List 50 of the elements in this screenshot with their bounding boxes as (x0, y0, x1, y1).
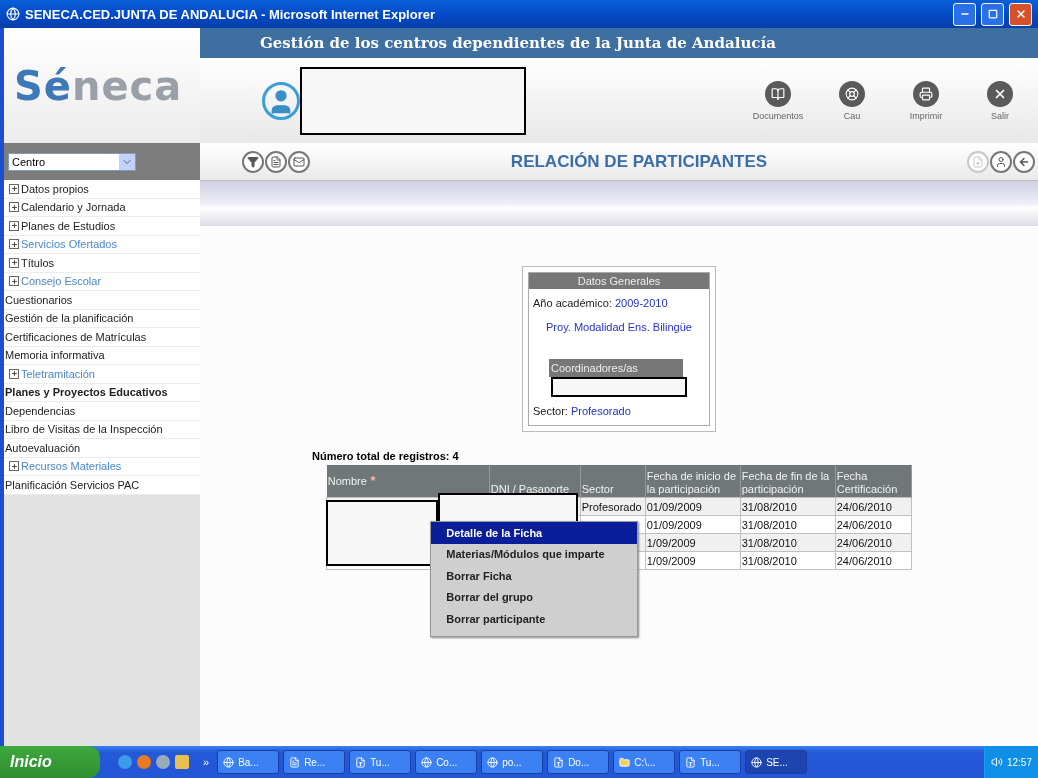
project-link[interactable]: Proy. Modalidad Ens. Bilingüe (529, 309, 709, 333)
toolbar-button[interactable]: Documentos (748, 80, 808, 121)
year-text: Año académico: 2009-2010 (532, 296, 669, 309)
column-header: Sector (580, 465, 646, 498)
table-cell: 31/08/2010 (740, 497, 836, 516)
clock: 12:57 (1006, 756, 1032, 768)
menu-item[interactable]: Teletramitación (4, 365, 200, 384)
menu-item[interactable]: Certificaciones de Matrículas (4, 328, 200, 347)
taskbar-button[interactable]: Co... (415, 750, 478, 774)
page-title: RELACIÓN DE PARTICIPANTES (509, 151, 769, 172)
menu-item[interactable]: Autoevaluación (4, 439, 200, 458)
start-button[interactable]: Inicio (0, 746, 100, 778)
banner-title: Gestión de los centros dependientes de la Junta de Andalucía (260, 34, 776, 52)
taskbar-button[interactable]: Tu... (679, 750, 742, 774)
coordinators-header: Coordinadores/as (549, 359, 683, 377)
record-count: Número total de registros: 4 (312, 450, 459, 462)
taskbar-button[interactable]: Ba... (217, 750, 280, 774)
taskbar-button[interactable]: Tu... (349, 750, 412, 774)
column-header: Fecha de fin de la participación (740, 465, 836, 498)
window-title: SENECA.CED.JUNTA DE ANDALUCIA - Microsoft Internet Explorer (25, 6, 436, 22)
context-menu-item[interactable]: Borrar Ficha (431, 565, 638, 587)
more-chevron[interactable]: » (203, 756, 210, 768)
taskbar-button[interactable]: Re... (283, 750, 346, 774)
card-title: Datos Generales (529, 273, 709, 289)
context-menu-item[interactable]: Detalle de la Ficha (431, 522, 638, 544)
taskbar-button[interactable]: C:\... (613, 750, 676, 774)
taskbar-button[interactable]: SE... (745, 750, 808, 774)
table-cell: Profesorado (580, 497, 646, 516)
toolbar-button[interactable]: Imprimir (896, 80, 956, 121)
sector-text: Sector: Profesorado (532, 404, 632, 417)
context-menu-item[interactable]: Borrar del grupo (431, 586, 638, 608)
menu-item[interactable]: Cuestionarios (4, 291, 200, 310)
column-header: Fecha de inicio de la participación (645, 465, 741, 498)
toolbar-button[interactable]: Cau (822, 80, 882, 121)
context-menu-item[interactable]: Materias/Módulos que imparte (431, 543, 638, 565)
menu-item[interactable]: Planes de Estudios (4, 217, 200, 236)
section-select[interactable]: Centro (8, 152, 136, 171)
column-header: Fecha Certificación (835, 465, 912, 498)
menu-item[interactable]: Planificación Servicios PAC (4, 476, 200, 495)
context-menu-item[interactable]: Borrar participante (431, 608, 638, 630)
menu-item[interactable]: Títulos (4, 254, 200, 273)
taskbar-button[interactable]: po... (481, 750, 544, 774)
menu-item[interactable]: Datos propios (4, 180, 200, 199)
column-header: Nombre * (326, 465, 490, 498)
logo: Séneca (14, 62, 183, 109)
taskbar-button[interactable]: Do... (547, 750, 610, 774)
toolbar-button[interactable]: Salir (970, 80, 1030, 121)
menu-item[interactable]: Dependencias (4, 402, 200, 421)
table-cell: 01/09/2009 (645, 497, 741, 516)
table-cell: 24/06/2010 (835, 497, 912, 516)
